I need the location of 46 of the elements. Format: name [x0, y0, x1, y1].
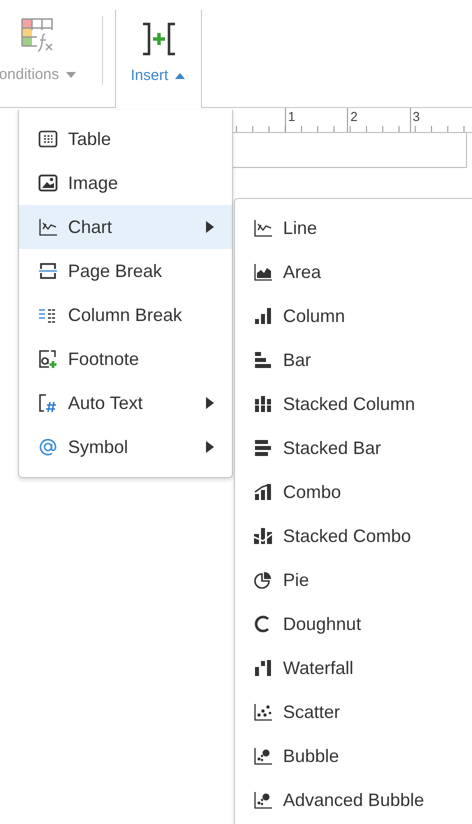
stacked-bar-chart-icon	[253, 438, 273, 458]
line-chart-icon	[253, 218, 273, 238]
menu-item[interactable]: Area	[235, 250, 472, 294]
menu-item[interactable]: Auto Text	[19, 381, 232, 425]
bubble-chart-icon	[253, 746, 273, 766]
menu-item[interactable]: Pie	[235, 558, 472, 602]
caret-icon	[65, 70, 78, 78]
menu-item[interactable]: Bar	[235, 338, 472, 382]
image-icon	[38, 173, 58, 193]
bar-chart-icon	[253, 350, 273, 370]
menu-item[interactable]: Symbol	[19, 425, 232, 469]
menu-item[interactable]: Page Break	[19, 249, 232, 293]
ruler-number: 1	[285, 108, 348, 132]
stacked-column-chart-icon	[253, 394, 273, 414]
toolbar-button[interactable]: Insert	[115, 10, 202, 108]
menu-item[interactable]: Stacked Bar	[235, 426, 472, 470]
menu-item[interactable]: Combo	[235, 470, 472, 514]
line-chart-icon	[38, 217, 58, 237]
menu-item[interactable]: Footnote	[19, 337, 232, 381]
combo-chart-icon	[253, 482, 273, 502]
page-break-icon	[38, 261, 58, 281]
at-sign-icon	[38, 437, 58, 457]
bubble-chart-icon	[253, 790, 273, 810]
menu-item[interactable]: Doughnut	[235, 602, 472, 646]
menu-item[interactable]: Advanced Bubble	[235, 778, 472, 822]
menu-item[interactable]: Table	[19, 117, 232, 161]
caret-icon	[174, 72, 186, 80]
menu-item[interactable]: Line	[235, 206, 472, 250]
menu-item[interactable]: Bubble	[235, 734, 472, 778]
menu-item[interactable]: Image	[19, 161, 232, 205]
menu-item[interactable]: Column Break	[19, 293, 232, 337]
menu-item[interactable]: Stacked Column	[235, 382, 472, 426]
menu-item[interactable]: Column	[235, 294, 472, 338]
scatter-chart-icon	[253, 702, 273, 722]
footnote-icon	[38, 349, 58, 369]
pie-chart-icon	[253, 570, 273, 590]
area-chart-icon	[253, 262, 273, 282]
table-icon	[38, 129, 58, 149]
stacked-combo-chart-icon	[253, 526, 273, 546]
column-chart-icon	[253, 306, 273, 326]
waterfall-chart-icon	[253, 658, 273, 678]
menu-item[interactable]: Stacked Combo	[235, 514, 472, 558]
menu-item[interactable]: Scatter	[235, 690, 472, 734]
menu-item[interactable]: Chart	[19, 205, 232, 249]
hash-icon	[38, 393, 58, 413]
menu-item[interactable]: Waterfall	[235, 646, 472, 690]
